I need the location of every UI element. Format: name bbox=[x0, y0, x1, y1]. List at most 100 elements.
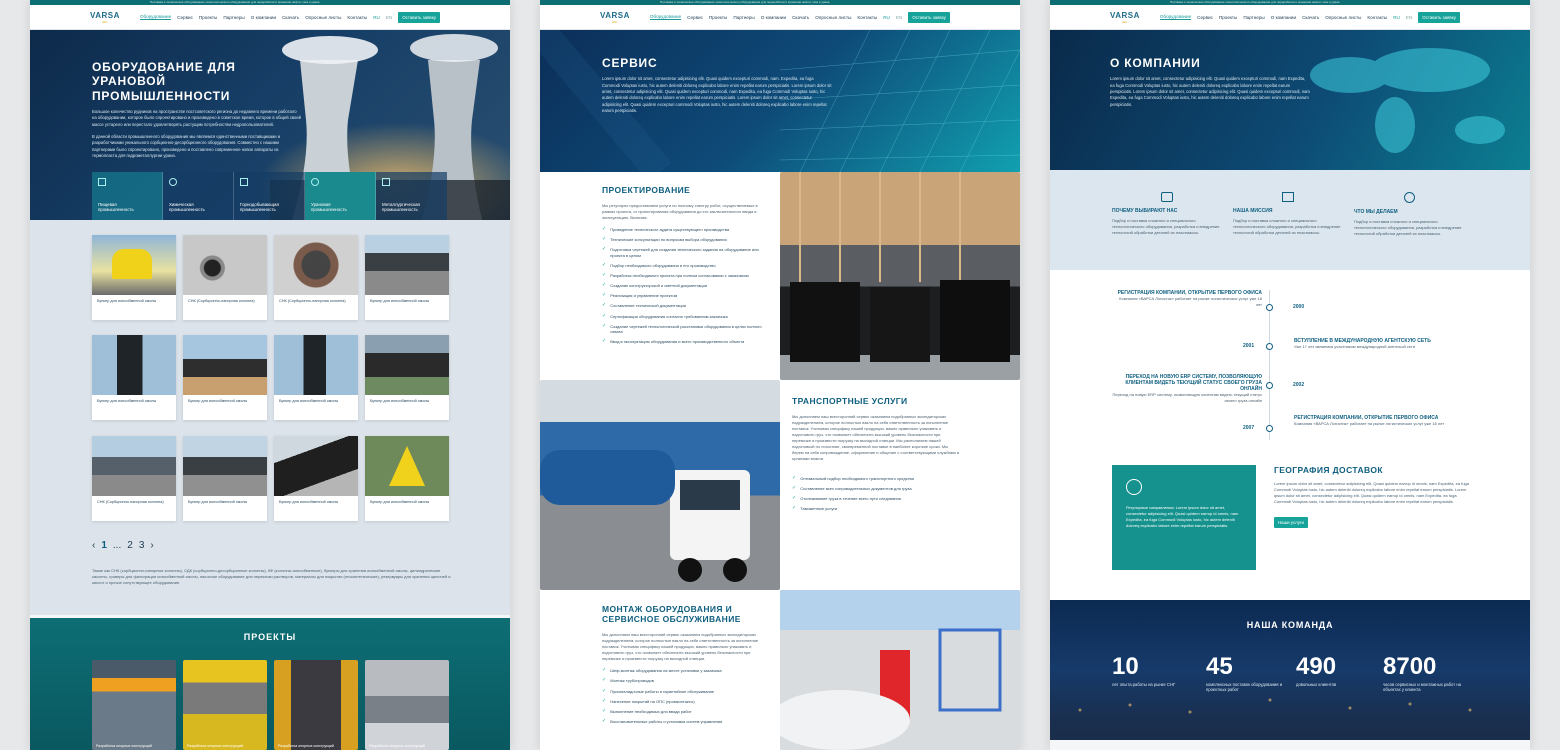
equipment-description: Также как СНК (сорбционно-напорные колон… bbox=[92, 568, 451, 585]
lang-en[interactable]: EN bbox=[896, 15, 902, 20]
truck-photo bbox=[540, 380, 780, 590]
truck-illustration bbox=[540, 450, 750, 582]
our-services-button[interactable]: Наши услуги bbox=[1274, 517, 1308, 529]
category-label: промышленность bbox=[98, 207, 134, 212]
about-intro: Lorem ipsum dolor sit amet, consectetur … bbox=[1110, 76, 1310, 107]
product-card[interactable]: Бункер для ионообменной смолы bbox=[365, 235, 449, 320]
check-list-text: Оптимальный подбор необходимого транспор… bbox=[800, 476, 914, 482]
stat-number: 8700 bbox=[1383, 653, 1437, 680]
transport-text: Мы дополняем наш всесторонний сервис ока… bbox=[792, 414, 960, 462]
product-card[interactable]: Бункер для ионообменной смолы bbox=[183, 436, 267, 521]
lang-ru[interactable]: RU bbox=[373, 15, 380, 20]
truck-icon bbox=[240, 178, 248, 186]
nav-about[interactable]: О компании bbox=[1271, 15, 1296, 20]
request-button[interactable]: Оставить заявку bbox=[398, 11, 440, 23]
nav-questionnaires[interactable]: Опросные листы bbox=[815, 15, 851, 20]
site-header: VARSA EIC Оборудование Сервис Проекты Пар… bbox=[540, 5, 1020, 30]
nav-projects[interactable]: Проекты bbox=[1219, 15, 1237, 20]
nav-service[interactable]: Сервис bbox=[687, 15, 703, 20]
page-service: Поставка и техническое обслуживание техн… bbox=[540, 0, 1020, 750]
pagination-page-3[interactable]: 3 bbox=[139, 540, 145, 551]
category-uranium[interactable]: Урановая промышленность bbox=[305, 172, 376, 220]
service-hero: Сервис Lorem ipsum dolor sit amet, conse… bbox=[540, 30, 1020, 172]
nav-download[interactable]: Скачать bbox=[1302, 15, 1319, 20]
nav-equipment[interactable]: Оборудование bbox=[649, 14, 682, 20]
tanks-illustration bbox=[790, 172, 1010, 362]
product-card[interactable]: Бункер для ионообменной смолы bbox=[92, 235, 176, 320]
nav-projects[interactable]: Проекты bbox=[199, 15, 217, 20]
nav-download[interactable]: Скачать bbox=[282, 15, 299, 20]
geography-section: Регулярные направления: Lorem ipsum dolo… bbox=[1050, 450, 1530, 600]
nav-service[interactable]: Сервис bbox=[177, 15, 193, 20]
pagination-prev[interactable]: ‹ bbox=[92, 540, 95, 551]
product-card[interactable]: Бункер для ионообменной смолы bbox=[92, 335, 176, 420]
category-mining[interactable]: Горнодобывающая промышленность bbox=[234, 172, 305, 220]
nav-partners[interactable]: Партнеры bbox=[223, 15, 244, 20]
product-card[interactable]: Бункер для ионообменной смолы bbox=[274, 436, 358, 521]
logo[interactable]: VARSA EIC bbox=[600, 11, 630, 24]
check-list-item: ✓ Таможенные услуги bbox=[792, 506, 960, 512]
timeline-title: Переход на новую ERP систему, позволяющу… bbox=[1125, 374, 1262, 392]
project-card[interactable]: Разработка опорных конструкций bbox=[274, 660, 358, 750]
feature-text: Подбор и поставка сложного и специальног… bbox=[1354, 219, 1462, 236]
feature-mission: Наша миссия Подбор и поставка сложного и… bbox=[1233, 192, 1343, 236]
request-button[interactable]: Оставить заявку bbox=[1418, 11, 1460, 23]
lang-ru[interactable]: RU bbox=[883, 15, 890, 20]
nav-questionnaires[interactable]: Опросные листы bbox=[1325, 15, 1361, 20]
transport-section: Транспортные услуги Мы дополняем наш все… bbox=[780, 380, 1020, 590]
check-list-item: ✓ Сертификация оборудования согласно треб… bbox=[602, 313, 768, 320]
install-title: Монтаж оборудования и сервисное обслужив… bbox=[602, 604, 741, 625]
pump-illustration bbox=[780, 628, 1002, 750]
nav-contacts[interactable]: Контакты bbox=[857, 15, 877, 20]
check-list-text: Создание конструкторской и сметной докум… bbox=[610, 283, 708, 289]
stat-label: комплексных поставок оборудования и прое… bbox=[1206, 682, 1283, 693]
request-button[interactable]: Оставить заявку bbox=[908, 11, 950, 23]
lang-ru[interactable]: RU bbox=[1393, 15, 1400, 20]
product-card[interactable]: СНК (Сорбционно-напорная колонна) bbox=[274, 235, 358, 320]
nav-questionnaires[interactable]: Опросные листы bbox=[305, 15, 341, 20]
nav-contacts[interactable]: Контакты bbox=[1367, 15, 1387, 20]
product-card[interactable]: СНК (Сорбционно-напорная колонна) bbox=[183, 235, 267, 320]
product-caption: Бункер для ионообменной смолы bbox=[97, 399, 157, 403]
nav-about[interactable]: О компании bbox=[251, 15, 276, 20]
logo[interactable]: VARSA EIC bbox=[90, 11, 120, 24]
stat-years: 10 лет опыта работы на рынке СНГ bbox=[1112, 655, 1182, 688]
product-card[interactable]: Бункер для ионообменной смолы bbox=[274, 335, 358, 420]
geography-box: Регулярные направления: Lorem ipsum dolo… bbox=[1112, 465, 1256, 570]
site-header: VARSA EIC Оборудование Сервис Проекты Пар… bbox=[30, 5, 510, 30]
nav-partners[interactable]: Партнеры bbox=[733, 15, 754, 20]
product-card[interactable]: Бункер для ионообменной смолы bbox=[365, 436, 449, 521]
timeline-year: 2000 bbox=[1293, 304, 1305, 310]
category-metallurgy[interactable]: Металлургическая промышленность bbox=[376, 172, 447, 220]
project-card[interactable]: Разработка опорных конструкций bbox=[365, 660, 449, 750]
nav-partners[interactable]: Партнеры bbox=[1243, 15, 1264, 20]
pagination-next[interactable]: › bbox=[150, 540, 153, 551]
nav-service[interactable]: Сервис bbox=[1197, 15, 1213, 20]
product-card[interactable]: Бункер для ионообменной смолы bbox=[365, 335, 449, 420]
nav-equipment[interactable]: Оборудование bbox=[1159, 14, 1192, 20]
category-chemical[interactable]: Химическая промышленность bbox=[163, 172, 234, 220]
lang-en[interactable]: EN bbox=[386, 15, 392, 20]
pagination-page-1[interactable]: 1 bbox=[101, 540, 107, 551]
logo[interactable]: VARSA EIC bbox=[1110, 11, 1140, 24]
nav-about[interactable]: О компании bbox=[761, 15, 786, 20]
timeline-entry: Переход на новую ERP систему, позволяющу… bbox=[1112, 374, 1262, 404]
category-food[interactable]: Пищевая промышленность bbox=[92, 172, 163, 220]
transport-list: ✓ Оптимальный подбор необходимого транспо… bbox=[792, 476, 960, 512]
product-caption: Бункер для ионообменной смолы bbox=[188, 500, 248, 504]
product-caption: СНК (Сорбционно-напорная колонна) bbox=[188, 299, 255, 303]
product-card[interactable]: СНК (Сорбционно-напорная колонна) bbox=[92, 436, 176, 521]
nav-download[interactable]: Скачать bbox=[792, 15, 809, 20]
team-title: Наша команда bbox=[1246, 620, 1334, 630]
check-icon: ✓ bbox=[602, 687, 607, 694]
project-card[interactable]: Разработка опорных конструкций bbox=[183, 660, 267, 750]
nav-projects[interactable]: Проекты bbox=[709, 15, 727, 20]
nav-equipment[interactable]: Оборудование bbox=[139, 14, 172, 20]
project-card[interactable]: Разработка опорных конструкций bbox=[92, 660, 176, 750]
check-icon: ✓ bbox=[602, 707, 607, 714]
product-card[interactable]: Бункер для ионообменной смолы bbox=[183, 335, 267, 420]
pagination-page-2[interactable]: 2 bbox=[127, 540, 133, 551]
timeline-section: Регистрация компании, открытие первого о… bbox=[1050, 270, 1530, 450]
lang-en[interactable]: EN bbox=[1406, 15, 1412, 20]
nav-contacts[interactable]: Контакты bbox=[347, 15, 367, 20]
